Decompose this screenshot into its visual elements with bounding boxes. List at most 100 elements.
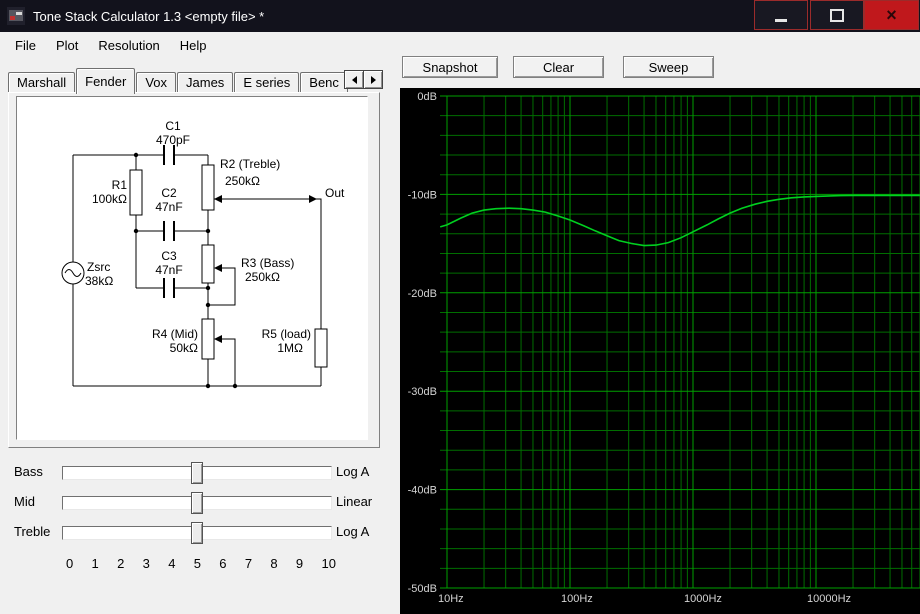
y-tick-label: 0dB [417, 91, 437, 103]
plot-canvas: 0dB -10dB -20dB -30dB -40dB -50dB10Hz 100Hz 100… [408, 91, 920, 605]
treble-slider[interactable] [62, 522, 332, 544]
menu-resolution[interactable]: Resolution [88, 34, 169, 57]
bass-taper-label: Log A [336, 464, 370, 479]
scale-number: 0 [66, 556, 74, 571]
label-r2: R2 (Treble) [220, 157, 280, 171]
resistor-r3-bass [201, 244, 215, 284]
y-tick-label: -10dB [408, 189, 437, 201]
value-r1: 100kΩ [92, 192, 127, 206]
y-tick-label: -20dB [408, 288, 437, 300]
tab-scroll-left-button[interactable] [345, 71, 363, 88]
label-zsrc: Zsrc [87, 260, 110, 274]
value-zsrc: 38kΩ [85, 274, 113, 288]
titlebar: Tone Stack Calculator 1.3 <empty file> *… [0, 0, 920, 32]
wiper-arrow-icon [214, 335, 222, 343]
left-arrow-icon [351, 75, 357, 84]
menu-help[interactable]: Help [170, 34, 217, 57]
slider-row-bass: Bass Log A [0, 462, 390, 488]
close-button[interactable]: × [864, 0, 919, 30]
junction-dot [205, 383, 211, 389]
mid-taper-label: Linear [336, 494, 373, 509]
y-tick-label: -40dB [408, 485, 437, 497]
menu-file[interactable]: File [5, 34, 46, 57]
y-tick-label: -50dB [408, 583, 437, 595]
junction-dot [133, 228, 139, 234]
sweep-button[interactable]: Sweep [623, 56, 714, 78]
treble-slider-thumb[interactable] [191, 522, 203, 544]
slider-scale: 0 1 2 3 4 5 6 7 8 9 10 [66, 556, 336, 571]
resistor-r2-treble [201, 164, 215, 211]
value-r5: 1MΩ [277, 341, 303, 355]
tab-fender[interactable]: Fender [76, 68, 136, 94]
bass-slider-thumb[interactable] [191, 462, 203, 484]
slider-row-treble: Treble Log A [0, 522, 390, 548]
app-icon [7, 7, 25, 25]
value-r2: 250kΩ [225, 174, 260, 188]
wiper-arrow-icon [214, 264, 222, 272]
mid-slider[interactable] [62, 492, 332, 514]
value-c1: 470pF [156, 133, 190, 147]
label-r1: R1 [112, 178, 128, 192]
label-c3: C3 [161, 249, 177, 263]
label-r4: R4 (Mid) [152, 327, 198, 341]
capacitor-c3 [163, 278, 175, 298]
circuit-schematic: C1 470pF R1 100kΩ R2 (Treble) 250kΩ C2 4… [61, 119, 345, 389]
circuit-diagram: C1 470pF R1 100kΩ R2 (Treble) 250kΩ C2 4… [16, 96, 368, 440]
scale-number: 9 [295, 556, 304, 571]
value-c3: 47nF [155, 263, 182, 277]
menu-plot[interactable]: Plot [46, 34, 88, 57]
junction-dot [133, 152, 139, 158]
tab-james[interactable]: James [177, 72, 234, 92]
resistor-r4-mid [201, 318, 215, 360]
label-r3: R3 (Bass) [241, 256, 294, 270]
scale-number: 7 [244, 556, 253, 571]
value-c2: 47nF [155, 200, 182, 214]
frequency-response-plot: 0dB -10dB -20dB -30dB -40dB -50dB 10Hz 100Hz 100… [400, 88, 920, 614]
output-arrow-icon [309, 195, 317, 203]
label-r5: R5 (load) [262, 327, 311, 341]
value-r4: 50kΩ [170, 341, 198, 355]
bass-label: Bass [14, 464, 43, 479]
label-c1: C1 [165, 119, 181, 133]
app-window: Tone Stack Calculator 1.3 <empty file> *… [0, 0, 920, 614]
wire [214, 198, 322, 386]
window-title: Tone Stack Calculator 1.3 <empty file> * [33, 8, 265, 24]
maximize-icon [830, 8, 844, 22]
junction-dot [205, 302, 211, 308]
slider-row-mid: Mid Linear [0, 492, 390, 518]
tab-e-series[interactable]: E series [234, 72, 300, 92]
x-tick-label: 10Hz [438, 593, 464, 605]
tab-scroll-right-button[interactable] [363, 71, 382, 88]
menubar: File Plot Resolution Help [0, 32, 920, 58]
scale-number: 5 [193, 556, 201, 571]
wire [222, 338, 236, 386]
tab-vox[interactable]: Vox [136, 72, 177, 92]
bass-slider[interactable] [62, 462, 332, 484]
scale-number: 4 [168, 556, 176, 571]
clear-button[interactable]: Clear [513, 56, 604, 78]
tab-scroll-control [344, 70, 383, 89]
wiper-arrow-icon [214, 195, 222, 203]
value-r3: 250kΩ [245, 270, 280, 284]
junction-dot [232, 383, 238, 389]
minimize-button[interactable] [754, 0, 808, 30]
tab-bench[interactable]: Benc [300, 72, 348, 92]
maximize-button[interactable] [810, 0, 864, 30]
minimize-icon [775, 18, 787, 22]
tone-stack-tabs: Marshall Fender Vox James E series Benc [8, 68, 349, 94]
snapshot-button[interactable]: Snapshot [402, 56, 498, 78]
tab-page-fender: C1 470pF R1 100kΩ R2 (Treble) 250kΩ C2 4… [8, 92, 380, 448]
capacitor-c1 [163, 145, 175, 165]
y-tick-label: -30dB [408, 386, 437, 398]
junction-dot [205, 228, 211, 234]
scale-number: 1 [91, 556, 99, 571]
x-tick-label: 10000Hz [807, 593, 851, 605]
scale-number: 3 [142, 556, 150, 571]
resistor-r1 [129, 169, 143, 216]
x-tick-label: 100Hz [561, 593, 593, 605]
scale-number: 6 [219, 556, 227, 571]
mid-slider-thumb[interactable] [191, 492, 203, 514]
scale-number: 8 [270, 556, 278, 571]
response-curve [439, 194, 920, 247]
tab-marshall[interactable]: Marshall [8, 72, 76, 92]
